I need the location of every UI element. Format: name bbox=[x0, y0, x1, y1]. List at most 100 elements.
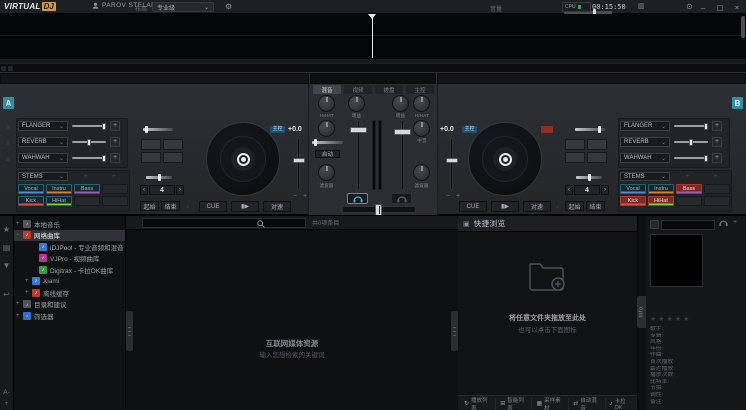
stem-pad[interactable]: Bass bbox=[676, 184, 702, 194]
plus-icon[interactable]: + bbox=[714, 174, 718, 180]
deck-b-pitch-slider[interactable] bbox=[450, 138, 453, 190]
toolbar-button[interactable]: ⊞ 智能列表 bbox=[496, 398, 532, 410]
close-button[interactable]: × bbox=[732, 1, 742, 14]
toolbar-button[interactable]: ⇄ 自动混音 bbox=[569, 398, 605, 410]
deck-a-play-button[interactable]: ▮▶ bbox=[231, 201, 259, 212]
fx-slider-handle[interactable] bbox=[704, 123, 708, 130]
add-icon[interactable]: + bbox=[733, 219, 737, 226]
mixer-right-eq-knob-2[interactable] bbox=[413, 120, 430, 137]
waveform-display[interactable] bbox=[0, 14, 746, 58]
stem-pad[interactable] bbox=[676, 196, 702, 206]
plus-icon[interactable]: + bbox=[84, 174, 88, 180]
stem-pad[interactable]: Instru bbox=[648, 184, 674, 194]
mixer-tab[interactable]: 视频 bbox=[344, 85, 372, 94]
minimize-button[interactable]: – bbox=[698, 1, 708, 14]
mixer-left-filter-knob[interactable] bbox=[318, 164, 335, 181]
deck-a-tag[interactable]: A bbox=[3, 97, 14, 109]
deck-b-stems-dropdown[interactable]: STEMS ⌄ bbox=[620, 172, 670, 181]
loop-size-display[interactable]: 4 bbox=[574, 185, 600, 195]
scrollbar[interactable] bbox=[741, 16, 745, 38]
stem-pad[interactable]: Kick bbox=[620, 196, 646, 206]
fx-amount-slider[interactable] bbox=[674, 125, 708, 127]
maximize-button[interactable]: ▢ bbox=[715, 1, 725, 14]
mixer-tab[interactable]: 主控 bbox=[406, 85, 434, 94]
pitch-minus-button[interactable]: − bbox=[293, 193, 297, 200]
loop-out-button[interactable]: 结束 bbox=[161, 201, 180, 211]
loop-in-button[interactable]: 起始 bbox=[140, 201, 159, 211]
deck-a-jog-wheel[interactable] bbox=[206, 122, 280, 196]
loop-half-button[interactable]: ‹ bbox=[565, 185, 573, 195]
pitch-minus-button[interactable]: − bbox=[446, 193, 450, 200]
loop-half-button[interactable]: ‹ bbox=[140, 185, 148, 195]
fx-slider-handle[interactable] bbox=[704, 155, 708, 162]
expander-icon[interactable]: − bbox=[16, 232, 23, 238]
plus-icon[interactable]: + bbox=[686, 174, 690, 180]
tree-item[interactable]: − ♪ 网络曲库 bbox=[14, 230, 125, 242]
deck-a-sync-button[interactable]: 对速 bbox=[263, 201, 291, 212]
stem-pad[interactable]: Instru bbox=[46, 184, 72, 194]
expander-icon[interactable]: + bbox=[16, 301, 23, 307]
crossfader[interactable] bbox=[342, 206, 416, 213]
mixer-left-eq-knob-1[interactable] bbox=[318, 95, 335, 112]
tree-item[interactable]: ♪ iDJPool - 专业音频和混音 bbox=[14, 241, 125, 253]
fx-add-button[interactable]: + bbox=[110, 153, 120, 163]
fx-amount-slider[interactable] bbox=[72, 141, 106, 143]
stem-pad[interactable] bbox=[704, 196, 730, 206]
favorites-icon[interactable]: ★ bbox=[3, 225, 10, 234]
key-handle[interactable] bbox=[598, 126, 601, 133]
loop-double-button[interactable]: › bbox=[601, 185, 609, 195]
deck-a-cue-button[interactable]: CUE bbox=[199, 201, 227, 212]
stem-pad[interactable] bbox=[102, 196, 128, 206]
fx-slider-handle[interactable] bbox=[689, 139, 693, 146]
tree-item[interactable]: + ♪ 本地音乐 bbox=[14, 218, 125, 230]
fx-add-button[interactable]: + bbox=[712, 153, 722, 163]
pitch-plus-button[interactable]: + bbox=[456, 193, 460, 200]
fx-add-button[interactable]: + bbox=[110, 137, 120, 147]
stem-pad[interactable]: Bass bbox=[74, 184, 100, 194]
hotcue-pad[interactable] bbox=[141, 152, 161, 163]
stem-pad[interactable] bbox=[704, 184, 730, 194]
fx-select-dropdown[interactable]: FLANGER ⌄ bbox=[620, 121, 670, 131]
deck-b-jog-wheel[interactable] bbox=[468, 122, 542, 196]
deck-b-sync-button[interactable]: 对速 bbox=[523, 201, 551, 212]
low-handle[interactable] bbox=[314, 139, 317, 146]
loop-double-button[interactable]: › bbox=[176, 185, 184, 195]
overview-strip[interactable] bbox=[0, 63, 746, 72]
loop-size-display[interactable]: 4 bbox=[149, 185, 175, 195]
panel-resize-grip[interactable] bbox=[126, 311, 133, 351]
tree-item[interactable]: + ♪ 离线缓存 bbox=[14, 287, 125, 299]
fx-select-dropdown[interactable]: FLANGER ⌄ bbox=[18, 121, 68, 131]
pitch-plus-button[interactable]: + bbox=[303, 193, 307, 200]
stem-pad[interactable]: Kick bbox=[18, 196, 44, 206]
channel-2-gain-knob[interactable] bbox=[392, 95, 409, 112]
deck-b-play-button[interactable]: ▮▶ bbox=[491, 201, 519, 212]
tree-item[interactable]: + ♪ 目录和建议 bbox=[14, 299, 125, 311]
expander-icon[interactable]: + bbox=[16, 221, 23, 227]
deck-a-stems-dropdown[interactable]: STEMS ⌄ bbox=[18, 172, 68, 181]
stem-pad[interactable]: Vocal bbox=[620, 184, 646, 194]
param-handle[interactable] bbox=[158, 174, 161, 181]
pitch-handle[interactable] bbox=[446, 158, 458, 163]
filter-icon[interactable]: ▼ bbox=[3, 261, 11, 270]
browser-content-area[interactable]: 互联网媒体资源 输入您想检索的关键词 bbox=[126, 230, 458, 410]
mixer-tab[interactable]: 混音 bbox=[313, 85, 341, 94]
fx-slider-handle[interactable] bbox=[102, 155, 106, 162]
hotcue-pad[interactable] bbox=[565, 152, 585, 163]
fx-amount-slider[interactable] bbox=[72, 157, 106, 159]
fx-amount-slider[interactable] bbox=[674, 157, 708, 159]
hotcue-pad[interactable] bbox=[141, 139, 161, 150]
deck-b-cue-button[interactable]: CUE bbox=[459, 201, 487, 212]
plus-icon[interactable]: + bbox=[112, 174, 116, 180]
add-button[interactable]: + bbox=[5, 399, 9, 408]
toolbar-button[interactable]: ▦ 采样素材 bbox=[532, 398, 569, 410]
fx-select-dropdown[interactable]: REVERB ⌄ bbox=[18, 137, 68, 147]
channel-1-pfl-button[interactable] bbox=[347, 193, 368, 204]
mixer-left-start-button[interactable]: 启动 bbox=[315, 150, 340, 158]
layout-dropdown[interactable]: 专业级 ⌄ bbox=[152, 2, 214, 12]
panel-resize-grip[interactable] bbox=[451, 311, 458, 351]
fx-amount-slider[interactable] bbox=[674, 141, 708, 143]
stem-pad[interactable] bbox=[102, 184, 128, 194]
fx-slider-handle[interactable] bbox=[87, 139, 91, 146]
key-handle[interactable] bbox=[145, 126, 148, 133]
expander-icon[interactable]: + bbox=[25, 278, 32, 284]
